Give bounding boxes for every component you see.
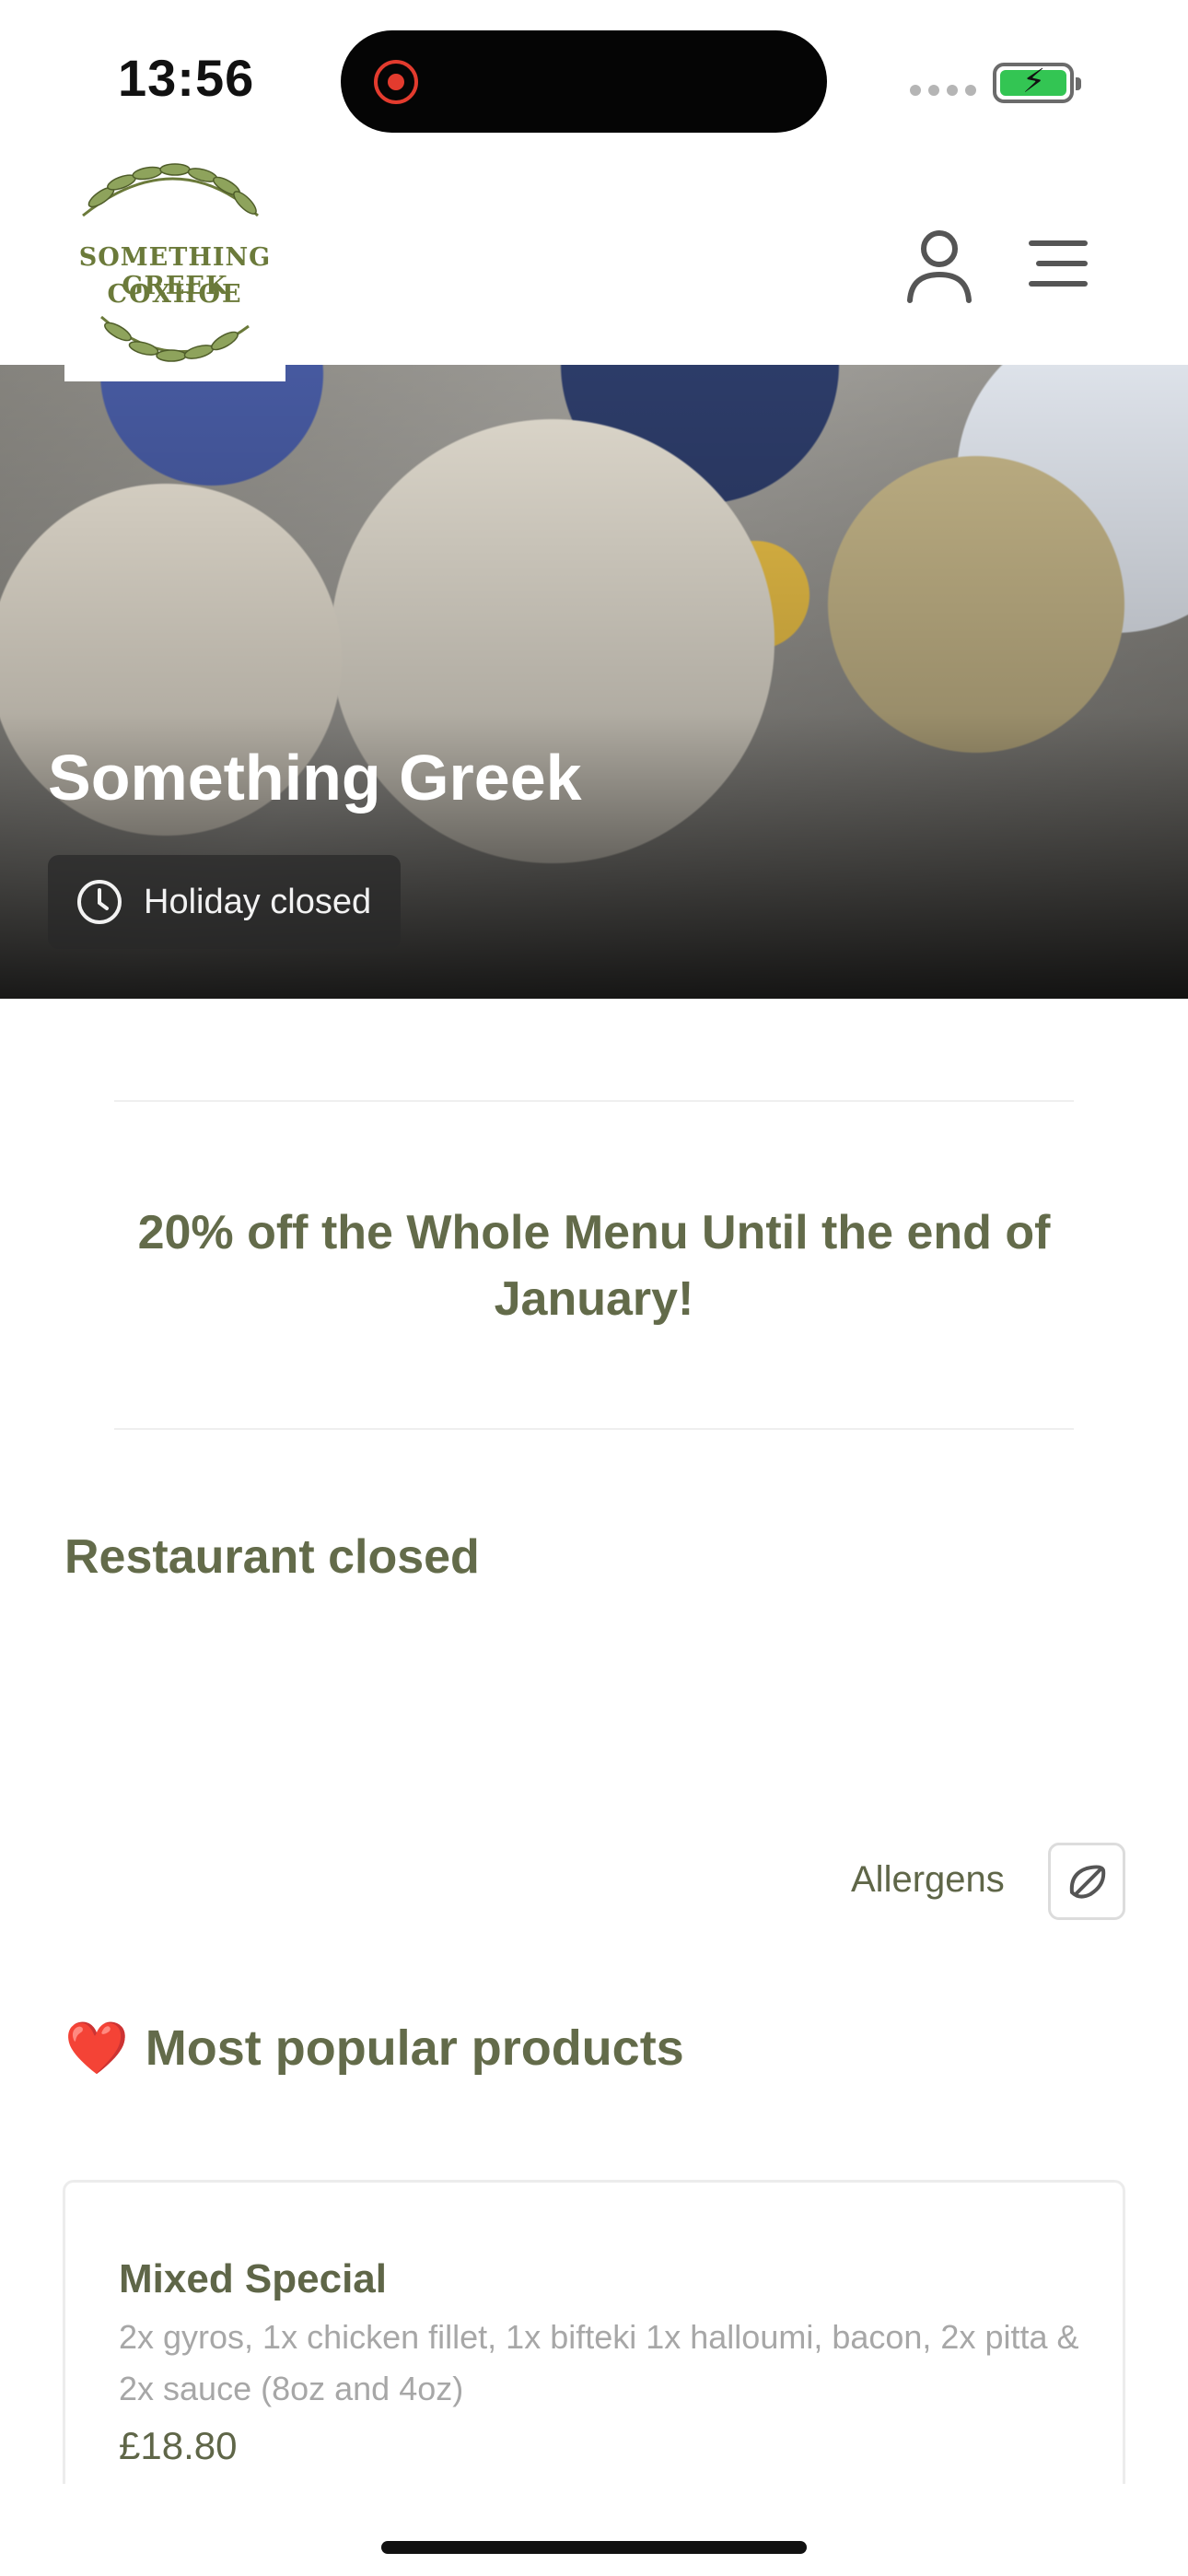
restaurant-name: Something Greek: [48, 742, 582, 814]
popular-products-title: Most popular products: [145, 2020, 684, 2076]
status-bar: 13:56 ⚡: [0, 0, 1188, 157]
account-button[interactable]: [903, 227, 976, 304]
user-icon: [907, 230, 972, 303]
cellular-signal-icon: [910, 85, 976, 96]
product-card[interactable]: Mixed Special 2x gyros, 1x chicken fille…: [63, 2180, 1125, 2484]
divider: [114, 1100, 1074, 1102]
divider: [114, 1428, 1074, 1430]
screen-recording-icon: [374, 60, 418, 104]
allergens-button[interactable]: [1048, 1843, 1125, 1920]
status-time: 13:56: [118, 49, 255, 107]
allergens-icon: [1069, 1865, 1106, 1899]
promo-banner: 20% off the Whole Menu Until the end of …: [137, 1206, 1051, 1326]
product-description: 2x gyros, 1x chicken fillet, 1x bifteki …: [119, 2318, 1079, 2407]
site-header: SOMETHING GREEK COXHOE: [0, 138, 1188, 381]
opening-status-badge: Holiday closed: [48, 855, 402, 949]
allergens-label[interactable]: Allergens: [851, 1859, 1005, 1901]
product-name: Mixed Special: [119, 2256, 388, 2301]
restaurant-logo[interactable]: SOMETHING GREEK COXHOE: [64, 151, 285, 381]
menu-button[interactable]: [1026, 236, 1092, 291]
product-price: £18.80: [119, 2424, 238, 2467]
dynamic-island: [341, 30, 827, 133]
heart-icon: ❤️: [64, 2019, 129, 2077]
logo-line-2: COXHOE: [107, 280, 243, 309]
hero-banner: Something Greek Holiday closed: [0, 365, 1188, 999]
restaurant-closed-heading: Restaurant closed: [64, 1530, 480, 1584]
popular-products-heading: ❤️ Most popular products: [64, 2020, 684, 2077]
clock-icon: [77, 880, 122, 924]
battery-icon: ⚡: [993, 62, 1081, 103]
charging-bolt-icon: ⚡: [1022, 62, 1046, 100]
home-indicator[interactable]: [381, 2541, 807, 2554]
hamburger-menu-icon: [1029, 240, 1088, 287]
opening-status-text: Holiday closed: [144, 882, 372, 921]
